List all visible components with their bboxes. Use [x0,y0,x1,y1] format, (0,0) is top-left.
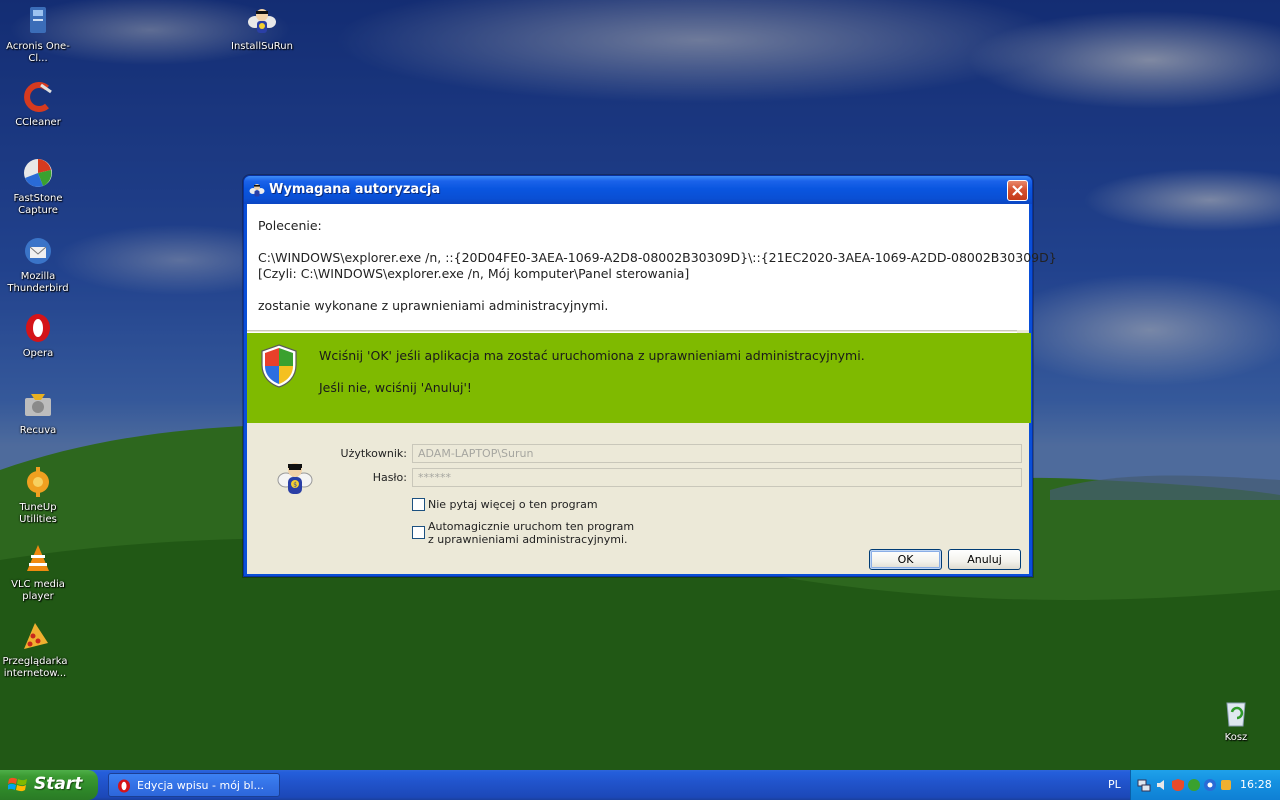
cancel-button[interactable]: Anuluj [948,549,1021,570]
command-alias: [Czyli: C:\WINDOWS\explorer.exe /n, Mój … [258,266,690,281]
prompt-ok-text: Wciśnij 'OK' jeśli aplikacja ma zostać u… [319,348,865,363]
desktop-icon-label: InstallSuRun [231,41,293,52]
desktop-icon-recycle-bin[interactable]: Kosz [1198,695,1274,744]
desktop-icon-label: Przeglądarka internetow... [2,656,68,679]
security-center-icon[interactable] [1171,778,1185,792]
acronis-icon [21,4,55,38]
dialog-title: Wymagana autoryzacja [269,182,441,197]
dialog-client-area: Polecenie: C:\WINDOWS\explorer.exe /n, :… [247,204,1057,574]
desktop-icon-label: Opera [22,348,54,359]
password-label: Hasło: [372,471,407,484]
security-shield-icon [261,344,297,388]
desktop-icon-label: Mozilla Thunderbird [7,271,69,294]
tuneup-icon [21,465,55,499]
volume-icon[interactable] [1155,778,1169,792]
desktop-icon-label: Acronis One-Cl... [6,41,70,64]
command-line: C:\WINDOWS\explorer.exe /n, ::{20D04FE0-… [258,250,1057,265]
close-icon [1012,185,1023,196]
ccleaner-icon [21,80,55,114]
desktop-icon-recuva[interactable]: Recuva [0,388,76,437]
password-field[interactable]: ****** [412,468,1022,487]
prompt-panel: Wciśnij 'OK' jeśli aplikacja ma zostać u… [247,333,1031,423]
installsurun-icon [245,4,279,38]
desktop-icon-tuneup[interactable]: TuneUp Utilities [0,465,76,526]
recuva-icon [21,388,55,422]
windows-flag-icon [8,777,27,792]
pizza-browser-icon [18,619,52,653]
update-icon[interactable] [1219,778,1233,792]
desktop-icon-browser[interactable]: Przeglądarka internetow... [0,619,73,680]
auto-run-label-line2: z uprawnieniami administracyjnymi. [428,533,628,546]
network-icon[interactable] [1137,778,1151,792]
opera-icon [21,311,55,345]
vlc-icon [21,542,55,576]
desktop-icon-label: VLC media player [11,579,65,602]
user-field[interactable]: ADAM-LAPTOP\Surun [412,444,1022,463]
desktop-icon-label: Kosz [1224,732,1248,743]
recycle-bin-icon [1219,695,1253,729]
antivirus-icon[interactable] [1187,778,1201,792]
start-button[interactable]: Start [0,770,98,800]
desktop-icon-label: FastStone Capture [13,193,63,216]
opera-icon [118,779,130,793]
command-heading: Polecenie: [258,218,322,233]
close-button[interactable] [1007,180,1028,201]
authorization-dialog: Wymagana autoryzacja Polecenie: C:\WINDO… [243,175,1057,577]
desktop-icon-faststone[interactable]: FastStone Capture [0,156,76,217]
taskbar: Start Edycja wpisu - mój bl... PL 16:28 [0,770,1280,800]
desktop-icon-label: TuneUp Utilities [19,502,57,525]
desktop-icon-acronis[interactable]: Acronis One-Cl... [0,4,76,65]
auto-run-label-line1: Automagicznie uruchom ten program [428,520,635,533]
surun-app-icon [249,184,265,197]
desktop-icon-installsurun[interactable]: InstallSuRun [224,4,300,53]
ok-button[interactable]: OK [869,549,942,570]
messenger-icon[interactable] [1203,778,1217,792]
prompt-cancel-text: Jeśli nie, wciśnij 'Anuluj'! [319,380,472,395]
system-tray: 16:28 [1130,770,1280,800]
dialog-titlebar[interactable]: Wymagana autoryzacja [244,176,1032,204]
desktop-icon-ccleaner[interactable]: CCleaner [0,80,76,129]
dont-ask-label: Nie pytaj więcej o ten program [428,498,598,511]
faststone-icon [21,156,55,190]
desktop-icon-thunderbird[interactable]: Mozilla Thunderbird [0,234,76,295]
thunderbird-icon [21,234,55,268]
start-label: Start [34,774,83,794]
credentials-panel: $ Użytkownik: ADAM-LAPTOP\Surun Hasło: *… [247,423,1029,574]
desktop-icon-opera[interactable]: Opera [0,311,76,360]
auto-run-checkbox[interactable] [412,526,425,539]
user-label: Użytkownik: [340,447,407,460]
desktop-icon-label: Recuva [19,425,57,436]
dont-ask-checkbox[interactable] [412,498,425,511]
command-note: zostanie wykonane z uprawnieniami admini… [258,298,609,313]
clock[interactable]: 16:28 [1240,778,1272,791]
desktop-icon-vlc[interactable]: VLC media player [0,542,76,603]
language-indicator[interactable]: PL [1108,778,1121,791]
command-panel: Polecenie: C:\WINDOWS\explorer.exe /n, :… [247,204,1057,330]
taskbar-item-browser[interactable]: Edycja wpisu - mój bl... [108,773,280,797]
taskbar-item-label: Edycja wpisu - mój bl... [137,779,265,792]
desktop-icon-label: CCleaner [15,117,61,128]
